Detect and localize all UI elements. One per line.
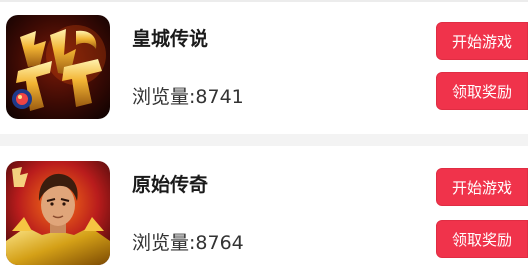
view-count: 浏览量:8764 bbox=[132, 232, 244, 254]
game-thumbnail[interactable] bbox=[6, 161, 110, 265]
game-thumbnail[interactable] bbox=[6, 15, 110, 119]
start-game-button[interactable]: 开始游戏 bbox=[436, 168, 528, 206]
claim-reward-button[interactable]: 领取奖励 bbox=[436, 72, 528, 110]
game-list-item[interactable]: 皇城传说 浏览量:8741 开始游戏 领取奖励 bbox=[0, 2, 528, 132]
armored-warrior-portrait-icon bbox=[6, 161, 110, 265]
claim-reward-button[interactable]: 领取奖励 bbox=[436, 220, 528, 258]
game-list-item[interactable]: 原始传奇 浏览量:8764 开始游戏 领取奖励 bbox=[0, 146, 528, 276]
view-count: 浏览量:8741 bbox=[132, 86, 244, 108]
game-title: 原始传奇 bbox=[132, 174, 209, 196]
list-separator bbox=[0, 134, 528, 146]
chuanqi-calligraphy-logo-icon bbox=[6, 15, 110, 119]
start-game-button[interactable]: 开始游戏 bbox=[436, 22, 528, 60]
game-title: 皇城传说 bbox=[132, 28, 209, 50]
